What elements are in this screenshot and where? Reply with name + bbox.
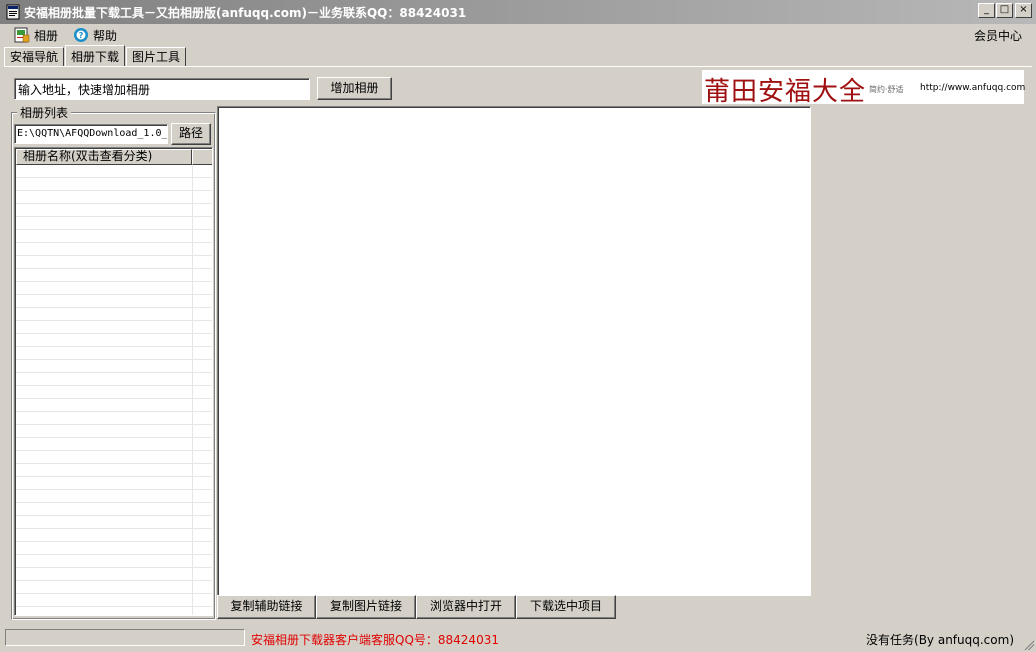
status-progress <box>5 629 245 646</box>
copy-aux-link-button[interactable]: 复制辅助链接 <box>217 595 316 619</box>
status-task-text: 没有任务(By anfuqq.com) <box>866 633 1014 647</box>
svg-text:?: ? <box>79 31 84 40</box>
album-content-view[interactable] <box>217 106 811 596</box>
path-button[interactable]: 路径 <box>171 123 211 145</box>
open-in-browser-button[interactable]: 浏览器中打开 <box>416 595 516 619</box>
banner-url: http://www.anfuqq.com <box>920 83 1026 93</box>
download-selected-button[interactable]: 下载选中项目 <box>516 595 616 619</box>
menu-help[interactable]: ? 帮助 <box>73 26 117 44</box>
brand-banner[interactable]: 莆田安福大全 简约·舒适 http://www.anfuqq.com <box>702 70 1026 107</box>
add-album-button[interactable]: 增加相册 <box>317 77 392 100</box>
listview-rows[interactable] <box>16 165 212 615</box>
album-icon <box>14 27 30 43</box>
close-button[interactable]: × <box>1015 3 1032 18</box>
album-listview[interactable]: 相册名称(双击查看分类) <box>14 147 213 616</box>
tab-image-tools[interactable]: 图片工具 <box>126 47 187 67</box>
app-icon <box>6 4 20 20</box>
menu-album-label: 相册 <box>34 28 59 43</box>
maximize-button[interactable]: □ <box>996 3 1013 18</box>
menu-help-label: 帮助 <box>93 28 118 43</box>
save-path-field[interactable]: E:\QQTN\AFQQDownload_1.0_ <box>14 124 168 144</box>
minimize-button[interactable]: _ <box>978 3 995 18</box>
menu-album[interactable]: 相册 <box>14 26 58 44</box>
resize-grip[interactable] <box>1022 638 1034 650</box>
status-qq-text: 安福相册下载器客户端客服QQ号：88424031 <box>251 633 499 647</box>
banner-title: 莆田安福大全 <box>704 77 867 107</box>
window-controls: _ □ × <box>977 3 1032 18</box>
tab-album-download[interactable]: 相册下载 <box>65 45 126 67</box>
album-list-label: 相册列表 <box>17 104 72 121</box>
album-url-input[interactable] <box>14 78 310 100</box>
listview-header: 相册名称(双击查看分类) <box>16 149 212 165</box>
column-extra[interactable] <box>192 149 212 165</box>
member-center-link[interactable]: 会员中心 <box>974 27 1022 44</box>
tab-strip: 安福导航 相册下载 图片工具 <box>4 45 187 67</box>
tab-anfu-nav[interactable]: 安福导航 <box>4 47 65 67</box>
help-icon: ? <box>74 28 88 42</box>
column-album-name[interactable]: 相册名称(双击查看分类) <box>16 149 192 165</box>
title-bar: 安福相册批量下载工具－又拍相册版(anfuqq.com)－业务联系QQ：8842… <box>0 0 1036 24</box>
window-title: 安福相册批量下载工具－又拍相册版(anfuqq.com)－业务联系QQ：8842… <box>24 6 467 20</box>
copy-image-link-button[interactable]: 复制图片链接 <box>316 595 416 619</box>
status-bar: 安福相册下载器客户端客服QQ号：88424031 没有任务(By anfuqq.… <box>0 625 1036 652</box>
menu-bar: 相册 ? 帮助 <box>0 24 1036 46</box>
banner-subtitle: 简约·舒适 <box>869 85 904 94</box>
